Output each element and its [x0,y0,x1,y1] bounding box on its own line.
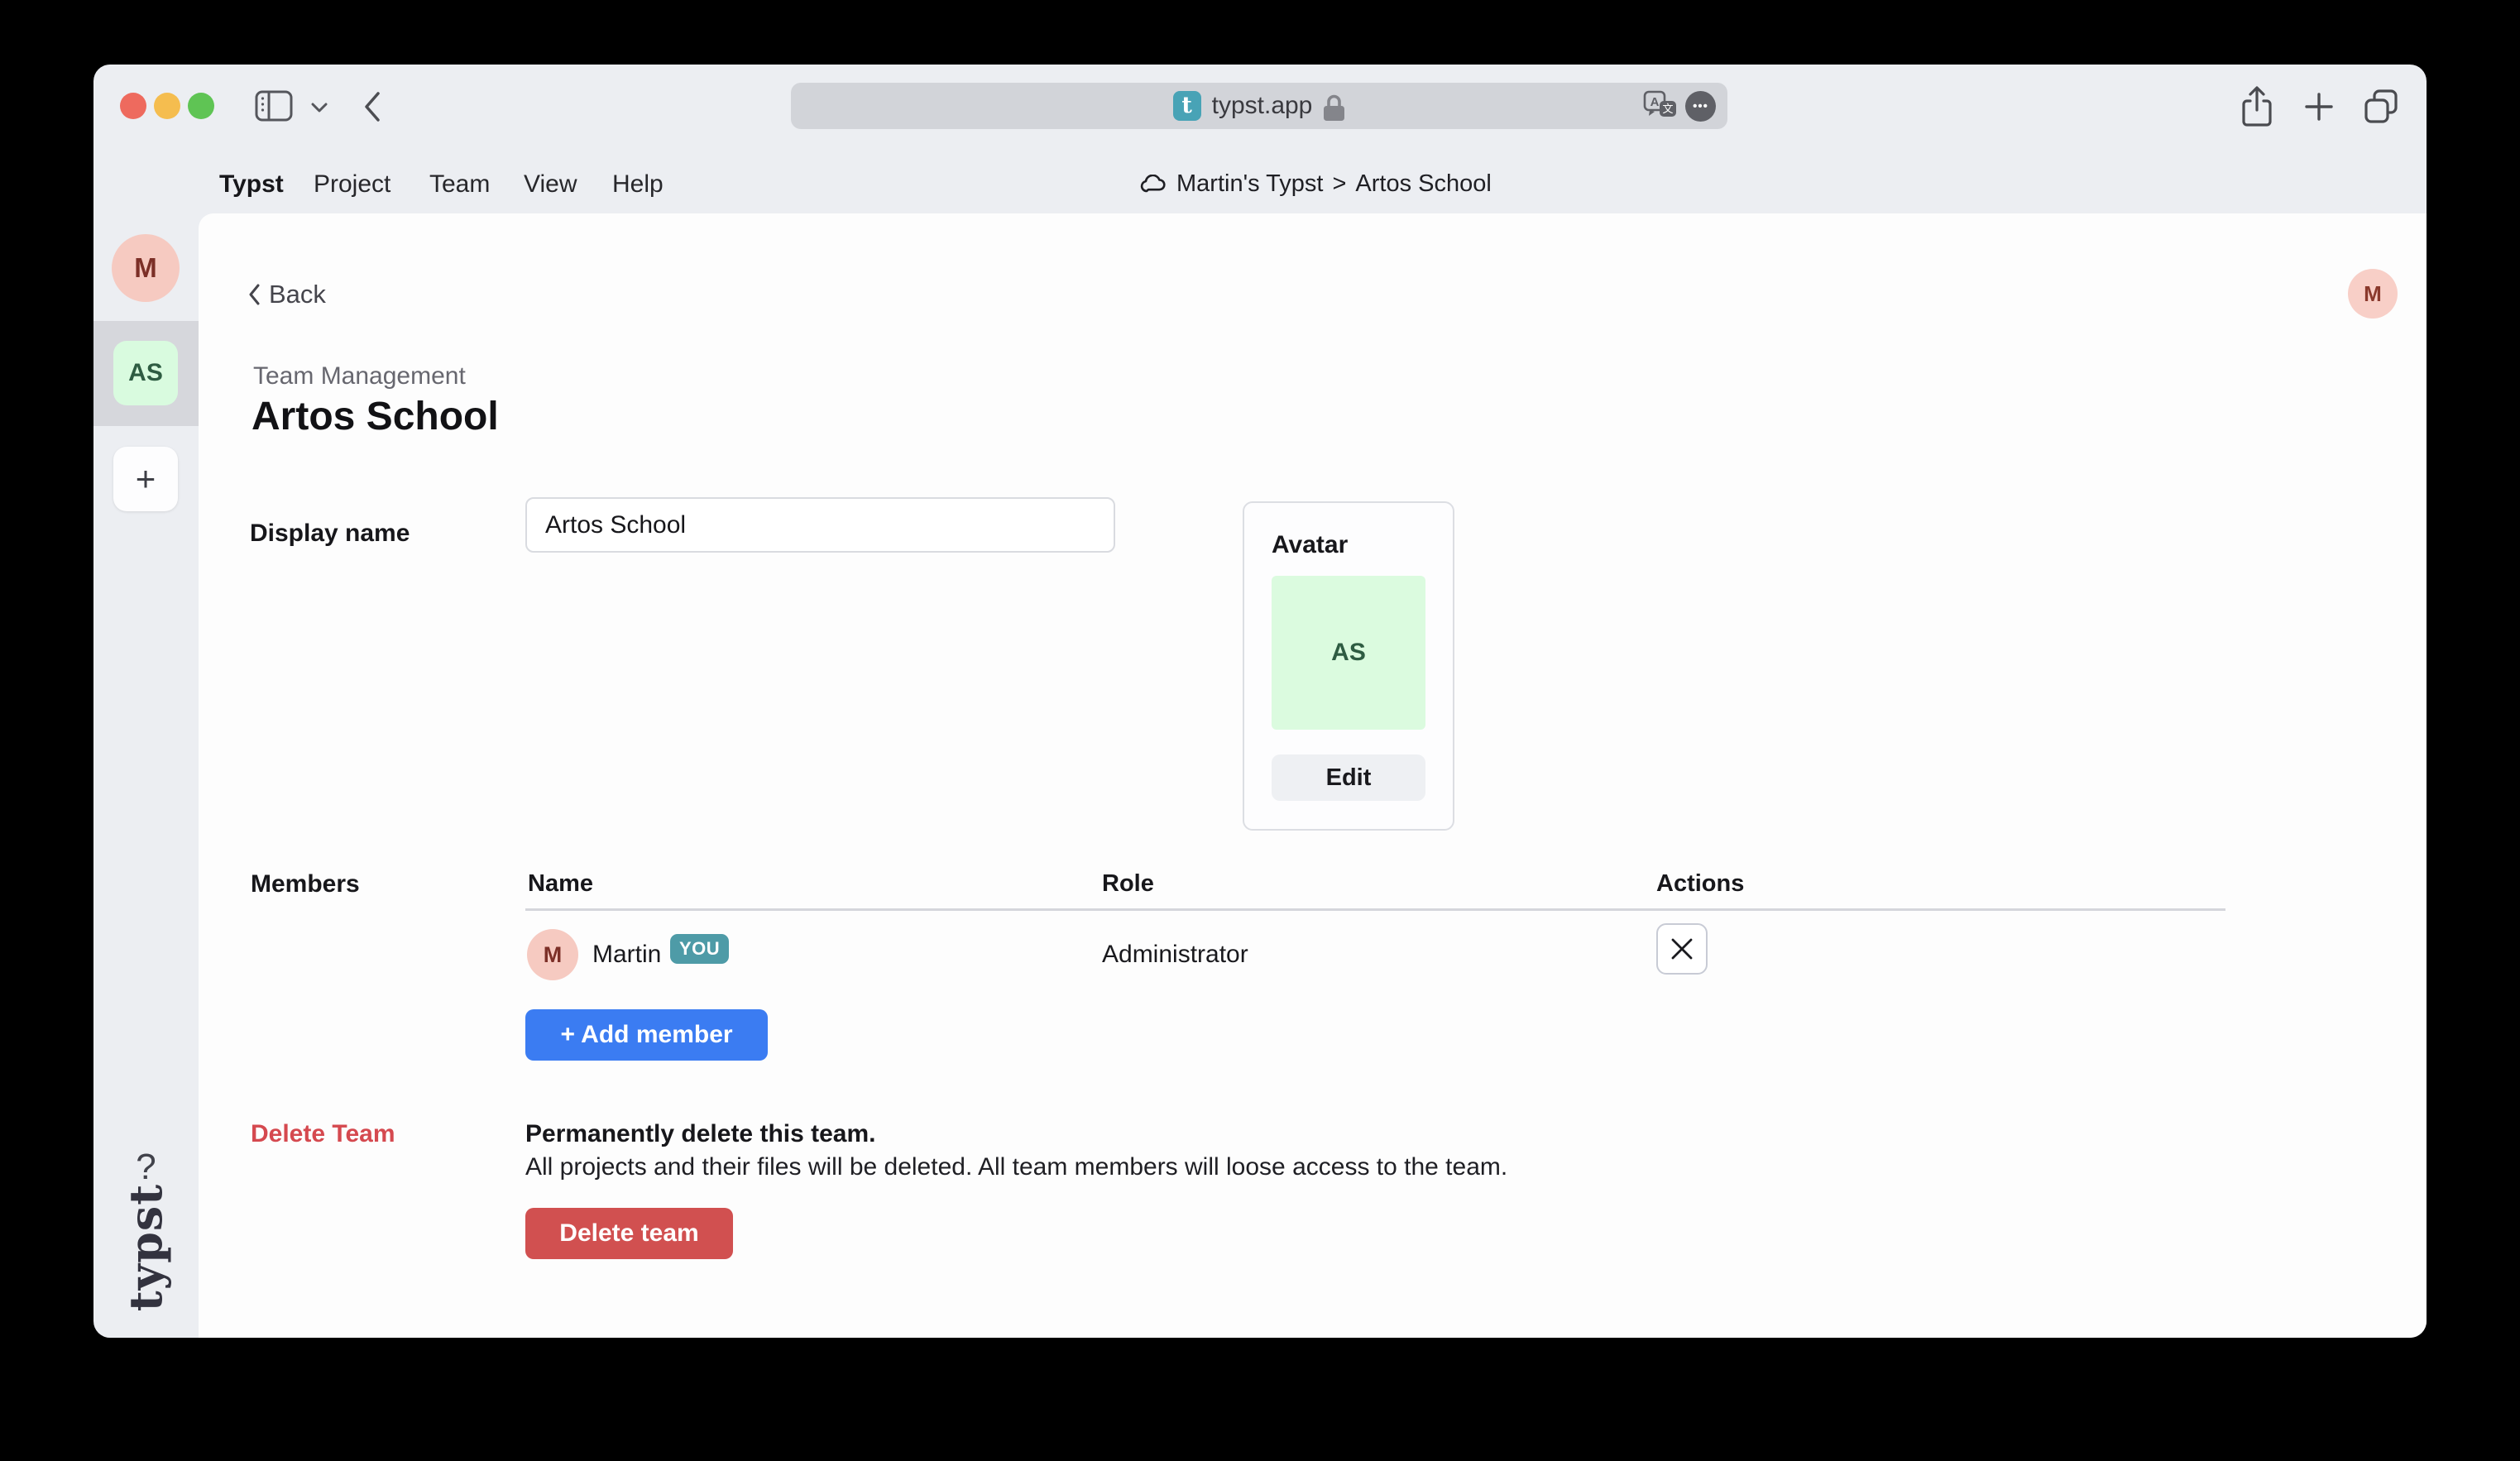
browser-window: t typst.app A 文 ••• [93,65,2427,1338]
app-menubar: Typst Project Team View Help Martin's Ty… [93,141,2427,213]
close-icon [1670,936,1694,961]
main-content: Back M Team Management Artos School Disp… [199,213,2427,1338]
url-text: typst.app [1212,92,1313,120]
menu-typst[interactable]: Typst [219,170,284,199]
site-favicon: t [1173,91,1201,121]
breadcrumb-workspace[interactable]: Martin's Typst [1176,170,1323,198]
chevron-down-icon[interactable] [311,103,328,113]
close-window-button[interactable] [120,93,146,119]
address-bar[interactable]: t typst.app A 文 ••• [791,83,1727,129]
back-link[interactable]: Back [248,280,326,309]
column-header-role: Role [1102,870,1154,898]
new-tab-icon[interactable] [2304,92,2334,122]
display-name-label: Display name [250,520,410,548]
translate-icon[interactable]: A 文 [1643,90,1678,122]
menu-view[interactable]: View [524,170,577,199]
column-header-name: Name [528,870,593,898]
browser-toolbar: t typst.app A 文 ••• [93,65,2427,141]
minimize-window-button[interactable] [154,93,180,119]
table-header-divider [525,908,2225,911]
add-member-button[interactable]: + Add member [525,1009,768,1061]
display-name-input[interactable] [525,497,1115,553]
account-avatar[interactable]: M [2348,269,2398,319]
menu-project[interactable]: Project [314,170,390,199]
breadcrumb-current: Artos School [1355,170,1491,198]
breadcrumb-separator: > [1332,170,1346,198]
column-header-actions: Actions [1656,870,1744,898]
avatar-card-label: Avatar [1272,531,1348,559]
remove-member-button[interactable] [1656,923,1708,975]
add-workspace-button[interactable]: + [113,447,178,511]
breadcrumb: Martin's Typst > Artos School [1139,170,1492,198]
edit-avatar-button[interactable]: Edit [1272,754,1425,801]
svg-text:A: A [1650,95,1660,109]
page-title: Artos School [252,394,499,439]
delete-team-description: All projects and their files will be del… [525,1153,1507,1181]
workspace-sidebar: M AS + ? typst [93,213,199,1338]
back-icon[interactable] [363,91,381,122]
menu-team[interactable]: Team [429,170,490,199]
member-name: Martin [592,941,661,969]
tab-overview-icon[interactable] [2362,88,2400,126]
you-badge: YOU [670,934,729,964]
typst-logo: typst [119,1156,172,1338]
back-label: Back [269,280,326,309]
menu-help[interactable]: Help [612,170,664,199]
sidebar-toggle-icon[interactable] [255,89,293,122]
back-chevron-icon [248,284,261,305]
more-options-icon[interactable]: ••• [1685,91,1716,122]
delete-team-title: Permanently delete this team. [525,1120,876,1148]
avatar-card: Avatar AS Edit [1243,501,1454,831]
lock-icon [1323,89,1345,122]
delete-team-label: Delete Team [251,1120,395,1148]
member-avatar: M [527,929,578,980]
sidebar-user-avatar[interactable]: M [112,234,180,302]
svg-text:文: 文 [1662,103,1673,115]
sidebar-team-avatar[interactable]: AS [113,341,178,405]
share-icon[interactable] [2239,85,2275,128]
zoom-window-button[interactable] [188,93,214,119]
section-label: Team Management [253,362,466,390]
cloud-icon [1139,175,1167,194]
members-label: Members [251,870,360,898]
team-avatar-preview: AS [1272,576,1425,730]
member-role: Administrator [1102,941,1248,969]
delete-team-button[interactable]: Delete team [525,1208,733,1259]
